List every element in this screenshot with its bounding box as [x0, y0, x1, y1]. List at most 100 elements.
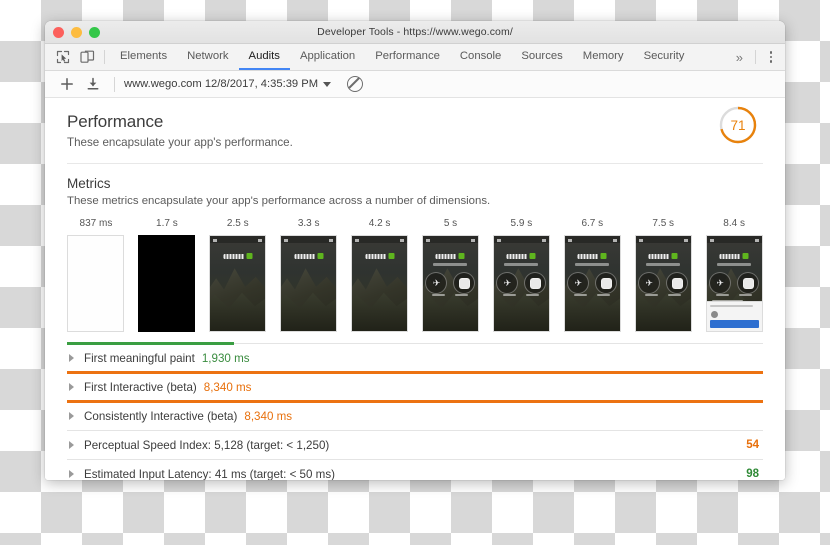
devtools-tabbar: Elements Network Audits Application Perf…	[45, 44, 785, 71]
page-title: Performance	[67, 112, 164, 131]
metrics-subtitle: These metrics encapsulate your app's per…	[67, 195, 491, 207]
frame-thumbnail-hero[interactable]	[280, 235, 338, 332]
frame-timestamp: 4.2 s	[368, 218, 391, 229]
metric-bar	[67, 371, 763, 374]
filmstrip-frame[interactable]: 8.4 s ✈	[705, 218, 763, 332]
audits-toolbar-divider	[114, 76, 115, 92]
audit-run-selector[interactable]: www.wego.com 12/8/2017, 4:35:39 PM	[124, 78, 332, 90]
expand-triangle-icon[interactable]	[69, 383, 74, 391]
frame-thumbnail-blank[interactable]	[67, 235, 125, 332]
frame-thumbnail-hero[interactable]	[351, 235, 409, 332]
metric-label: Perceptual Speed Index: 5,128 (target: <…	[84, 438, 330, 452]
performance-score-gauge: 71	[717, 104, 759, 146]
frame-timestamp: 7.5 s	[652, 218, 675, 229]
tab-audits[interactable]: Audits	[238, 44, 290, 70]
page-subtitle: These encapsulate your app's performance…	[67, 136, 293, 149]
frame-timestamp: 3.3 s	[297, 218, 320, 229]
hotel-icon	[458, 277, 470, 289]
metric-bar	[67, 342, 235, 345]
hotel-icon	[742, 277, 754, 289]
metric-list: First meaningful paint 1,930 ms First In…	[67, 342, 763, 480]
filmstrip-frame[interactable]: 837 ms	[67, 218, 125, 332]
metric-score: 54	[746, 439, 759, 451]
expand-triangle-icon[interactable]	[69, 470, 74, 478]
frame-timestamp: 1.7 s	[156, 218, 178, 229]
flight-icon: ✈	[567, 272, 590, 294]
expand-triangle-icon[interactable]	[69, 412, 74, 420]
toolbar-divider	[104, 50, 105, 64]
metric-label: Estimated Input Latency: 41 ms (target: …	[84, 467, 335, 481]
window-controls	[53, 21, 100, 43]
frame-thumbnail-full[interactable]: ✈	[705, 235, 763, 332]
hotel-icon	[529, 277, 541, 289]
expand-triangle-icon[interactable]	[69, 354, 74, 362]
devtools-window: Developer Tools - https://www.wego.com/ …	[45, 21, 785, 480]
filmstrip-frame[interactable]: 1.7 s	[138, 218, 196, 332]
metrics-title: Metrics	[67, 176, 111, 191]
metric-value: 8,340 ms	[203, 380, 252, 394]
hotel-icon	[671, 277, 683, 289]
metric-label: First Interactive (beta)	[84, 380, 197, 394]
flight-icon: ✈	[709, 272, 732, 294]
chevron-down-icon	[323, 81, 332, 87]
metric-row-perceptual-speed-index[interactable]: Perceptual Speed Index: 5,128 (target: <…	[67, 430, 763, 459]
filmstrip: 837 ms 1.7 s 2.5 s 3.3 s 4.2 s 5 s ✈ 5.9…	[67, 218, 763, 332]
expand-triangle-icon[interactable]	[69, 441, 74, 449]
filmstrip-frame[interactable]: 3.3 s	[280, 218, 338, 332]
close-button[interactable]	[53, 26, 64, 38]
frame-thumbnail-black[interactable]	[138, 235, 196, 332]
no-entry-icon[interactable]	[347, 76, 364, 92]
flight-icon: ✈	[496, 272, 519, 294]
tab-network[interactable]: Network	[177, 44, 238, 70]
frame-timestamp: 5.9 s	[510, 218, 533, 229]
kebab-menu-icon[interactable]	[761, 44, 781, 70]
window-title: Developer Tools - https://www.wego.com/	[317, 26, 513, 38]
add-audit-button[interactable]	[55, 73, 79, 95]
filmstrip-frame[interactable]: 6.7 s ✈	[563, 218, 621, 332]
metric-row-first-interactive[interactable]: First Interactive (beta) 8,340 ms	[67, 371, 763, 401]
inspect-element-icon[interactable]	[51, 44, 75, 70]
toolbar-divider-right	[755, 50, 756, 64]
minimize-button[interactable]	[71, 26, 82, 38]
tab-security[interactable]: Security	[634, 44, 695, 70]
performance-section-header: Performance These encapsulate your app's…	[67, 98, 763, 149]
audit-run-label: www.wego.com 12/8/2017, 4:35:39 PM	[124, 78, 319, 90]
metric-value: 1,930 ms	[201, 351, 250, 365]
metric-value: 8,340 ms	[244, 409, 293, 423]
metric-row-first-meaningful-paint[interactable]: First meaningful paint 1,930 ms	[67, 342, 763, 372]
tab-performance[interactable]: Performance	[365, 44, 450, 70]
frame-thumbnail-buttons[interactable]: ✈	[563, 235, 621, 332]
frame-timestamp: 5 s	[443, 218, 458, 229]
filmstrip-frame[interactable]: 4.2 s	[351, 218, 409, 332]
metric-label: First meaningful paint	[84, 351, 195, 365]
frame-thumbnail-buttons[interactable]: ✈	[492, 235, 550, 332]
metric-label: Consistently Interactive (beta)	[84, 409, 238, 423]
flight-icon: ✈	[638, 272, 661, 294]
metric-row-consistently-interactive[interactable]: Consistently Interactive (beta) 8,340 ms	[67, 400, 763, 430]
filmstrip-frame[interactable]: 7.5 s ✈	[634, 218, 692, 332]
download-icon[interactable]	[81, 73, 105, 95]
tab-elements[interactable]: Elements	[110, 44, 177, 70]
frame-timestamp: 2.5 s	[226, 218, 249, 229]
device-toolbar-icon[interactable]	[75, 44, 99, 70]
tab-memory[interactable]: Memory	[573, 44, 634, 70]
audits-content: Performance These encapsulate your app's…	[45, 98, 785, 480]
performance-score-value: 71	[730, 117, 746, 133]
frame-thumbnail-buttons[interactable]: ✈	[421, 235, 479, 332]
frame-thumbnail-buttons[interactable]: ✈	[634, 235, 692, 332]
maximize-button[interactable]	[89, 26, 100, 38]
metric-bar	[67, 400, 763, 403]
tab-console[interactable]: Console	[450, 44, 511, 70]
tab-sources[interactable]: Sources	[511, 44, 572, 70]
more-tabs-icon[interactable]: »	[729, 44, 750, 70]
hotel-icon	[600, 277, 612, 289]
metric-row-estimated-input-latency[interactable]: Estimated Input Latency: 41 ms (target: …	[67, 459, 763, 480]
filmstrip-frame[interactable]: 5.9 s ✈	[492, 218, 550, 332]
flight-icon: ✈	[425, 272, 448, 294]
tabbar-right-controls: »	[729, 44, 781, 70]
frame-timestamp: 837 ms	[79, 218, 113, 229]
filmstrip-frame[interactable]: 2.5 s	[209, 218, 267, 332]
filmstrip-frame[interactable]: 5 s ✈	[421, 218, 480, 332]
tab-application[interactable]: Application	[290, 44, 365, 70]
frame-thumbnail-hero[interactable]	[209, 235, 267, 332]
